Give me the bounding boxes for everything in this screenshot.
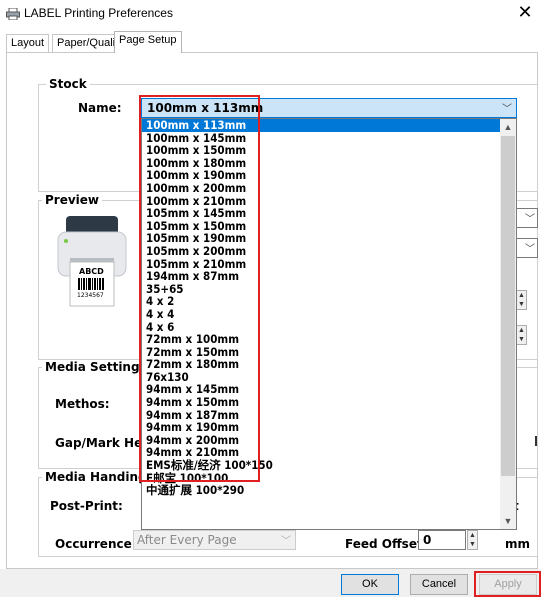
name-highlight-box — [139, 95, 260, 482]
cancel-button[interactable]: Cancel — [410, 574, 468, 595]
occurrence-label: Occurrence — [55, 537, 132, 551]
stock-option[interactable]: 中通扩展 100*290 — [142, 484, 500, 497]
printer-icon — [6, 8, 20, 20]
feed-offset-input[interactable]: 0 — [418, 530, 466, 550]
spin-buttons-2[interactable]: ▲ ▼ — [516, 325, 527, 345]
scroll-down-icon[interactable]: ▼ — [500, 513, 516, 529]
media-settings-group-label: Media Settings — [42, 360, 150, 374]
media-handling-group-label: Media Handing — [42, 470, 150, 484]
stock-name-label: Name: — [78, 101, 122, 115]
preview-label-text: ABCD — [79, 267, 104, 276]
scroll-thumb[interactable] — [501, 136, 515, 476]
feed-offset-value: 0 — [423, 533, 432, 547]
chevron-down-icon: ﹀ — [502, 104, 512, 115]
preview-select-1[interactable]: ﹀ — [514, 208, 538, 228]
spin-buttons-1[interactable]: ▲ ▼ — [516, 290, 527, 310]
post-print-label: Post-Print: — [50, 499, 123, 513]
preview-group-label: Preview — [42, 193, 103, 207]
title-bar: LABEL Printing Preferences ✕ — [0, 0, 541, 28]
close-icon[interactable]: ✕ — [515, 2, 535, 24]
ok-button[interactable]: OK — [341, 574, 399, 595]
barcode-icon — [78, 278, 104, 290]
stock-group-label: Stock — [46, 77, 90, 91]
cut-off-text — [535, 436, 537, 446]
barcode-number: 1234567 — [77, 292, 104, 299]
occurrence-select[interactable]: After Every Page ﹀ — [133, 530, 296, 550]
feed-offset-spin[interactable]: ▲ ▼ — [467, 530, 478, 550]
tab-page-setup[interactable]: Page Setup — [114, 31, 182, 53]
occurrence-value: After Every Page — [137, 533, 237, 547]
chevron-down-icon: ﹀ — [281, 536, 291, 547]
dropdown-scrollbar[interactable]: ▲ ▼ — [500, 119, 516, 529]
preview-select-2[interactable]: ﹀ — [514, 238, 538, 258]
feed-offset-unit: mm — [505, 537, 531, 551]
tab-layout[interactable]: Layout — [6, 34, 50, 53]
apply-highlight-box — [474, 571, 541, 597]
window-title: LABEL Printing Preferences — [24, 6, 173, 20]
method-label: Methos: — [55, 397, 110, 411]
feed-offset-label: Feed Offset: — [345, 537, 428, 551]
scroll-up-icon[interactable]: ▲ — [500, 119, 516, 135]
